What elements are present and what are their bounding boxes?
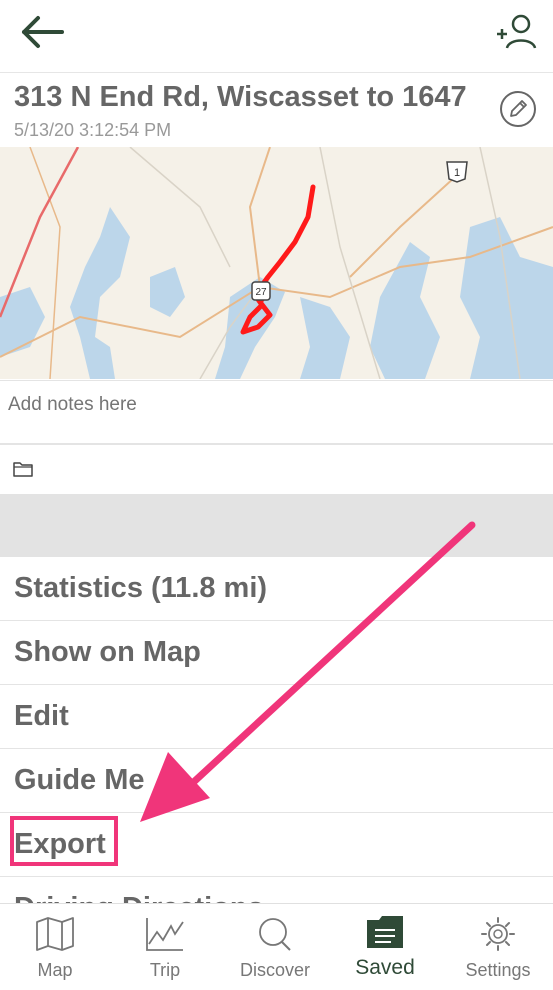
highway-shield: 1 (446, 161, 468, 183)
menu-item-edit[interactable]: Edit (0, 685, 553, 749)
route-map[interactable]: 1 27 (0, 147, 553, 379)
highway-shield: 27 (251, 281, 271, 301)
menu-item-label: Guide Me (14, 764, 145, 796)
nav-label: Map (37, 960, 73, 980)
add-user-icon (497, 14, 537, 49)
folder-icon (13, 462, 33, 477)
back-button[interactable] (18, 12, 68, 52)
export-highlight-box (10, 816, 118, 866)
route-header: 313 N End Rd, Wiscasset to 1647 5/13/20 … (0, 73, 553, 147)
svg-text:1: 1 (454, 167, 460, 179)
menu-item-statistics[interactable]: Statistics (11.8 mi) (0, 557, 553, 621)
menu-item-guide-me[interactable]: Guide Me (0, 749, 553, 813)
map-icon (36, 917, 74, 951)
edit-title-button[interactable] (500, 91, 536, 127)
nav-settings[interactable]: Settings (443, 904, 553, 990)
route-actions-menu: Statistics (11.8 mi) Show on Map Edit Gu… (0, 557, 553, 941)
gear-icon (481, 917, 515, 951)
search-icon (259, 918, 291, 951)
chart-icon (146, 918, 184, 951)
nav-discover[interactable]: Discover (220, 904, 330, 990)
nav-trip[interactable]: Trip (110, 904, 220, 990)
saved-folder-icon (367, 916, 403, 948)
add-user-button[interactable] (495, 10, 539, 54)
nav-map[interactable]: Map (0, 904, 110, 990)
nav-label: Discover (239, 960, 310, 980)
notes-input[interactable] (6, 393, 550, 417)
nav-label: Saved (355, 956, 415, 979)
nav-label: Settings (465, 960, 531, 980)
arrow-left-icon (22, 16, 64, 48)
menu-item-label: Show on Map (14, 636, 201, 668)
bottom-nav: Map Trip Discover Saved Settings (0, 903, 553, 990)
nav-label: Trip (149, 960, 181, 980)
pencil-icon (510, 100, 527, 117)
map-graphic (0, 147, 553, 379)
section-divider (0, 494, 553, 557)
menu-item-label: Edit (14, 700, 69, 732)
menu-item-label: Statistics (11.8 mi) (14, 572, 268, 604)
route-timestamp: 5/13/20 3:12:54 PM (14, 120, 172, 140)
notes-area (0, 380, 553, 445)
top-bar (0, 0, 553, 73)
svg-text:27: 27 (255, 287, 267, 298)
nav-saved[interactable]: Saved (330, 904, 440, 990)
folder-row[interactable] (0, 444, 553, 494)
menu-item-show-on-map[interactable]: Show on Map (0, 621, 553, 685)
route-title: 313 N End Rd, Wiscasset to 1647 (14, 81, 467, 113)
